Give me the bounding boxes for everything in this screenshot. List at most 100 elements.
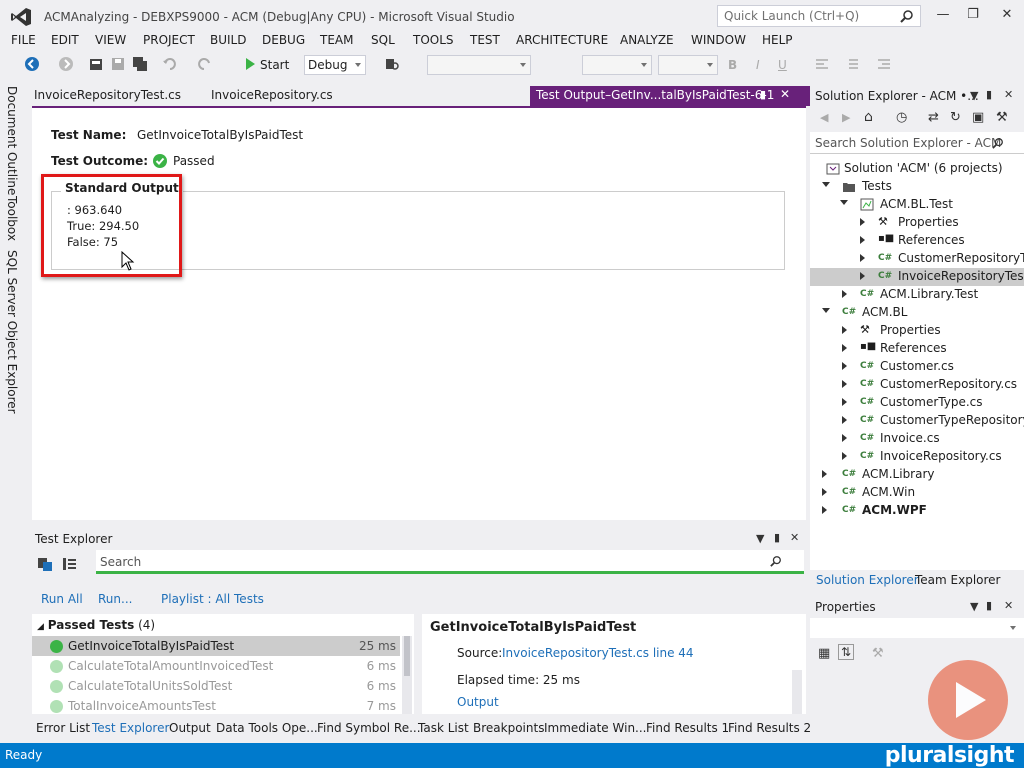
tab-team-explorer[interactable]: Team Explorer <box>915 573 1001 587</box>
font-combo[interactable] <box>582 55 652 75</box>
close-button[interactable]: ✕ <box>996 6 1018 24</box>
tree-file-invoice[interactable]: C# Invoice.cs <box>810 430 1024 448</box>
history-icon[interactable]: ◷ <box>896 110 907 125</box>
find-combo[interactable] <box>427 55 531 75</box>
run-all-link[interactable]: Run All <box>41 592 83 606</box>
bold-icon[interactable]: B <box>728 58 737 72</box>
new-project-icon[interactable] <box>88 56 104 72</box>
tab-output[interactable]: Output <box>169 721 211 735</box>
close-tab-icon[interactable]: ✕ <box>780 87 790 101</box>
refresh-icon[interactable]: ↻ <box>950 110 961 125</box>
tab-error-list[interactable]: Error List <box>36 721 90 735</box>
tree-file-invoice-repository[interactable]: C# InvoiceRepository.cs <box>810 448 1024 466</box>
menu-analyze[interactable]: ANALYZE <box>620 33 674 47</box>
tree-project-acm-wpf[interactable]: C# ACM.WPF <box>810 502 1024 520</box>
wrench-icon[interactable]: ⚒ <box>996 110 1008 125</box>
tree-project-acm-library[interactable]: C# ACM.Library <box>810 466 1024 484</box>
forward-icon[interactable] <box>58 56 74 72</box>
tree-references[interactable]: ▪■ References <box>810 340 1024 358</box>
tab-task-list[interactable]: Task List <box>418 721 469 735</box>
panel-menu-icon[interactable]: ▼ <box>756 532 764 545</box>
forward-icon[interactable]: ▶ <box>842 111 850 124</box>
panel-close-icon[interactable]: ✕ <box>1004 88 1013 101</box>
menu-window[interactable]: WINDOW <box>691 33 746 47</box>
tree-file-customer[interactable]: C# Customer.cs <box>810 358 1024 376</box>
playlist-link[interactable]: Playlist : All Tests <box>161 592 264 606</box>
restore-button[interactable]: ❐ <box>962 6 984 24</box>
solution-search-input[interactable]: Search Solution Explorer - ACM <box>810 132 1024 154</box>
test-search-input[interactable]: Search <box>96 550 804 574</box>
tab-document-outline[interactable]: Document Outline <box>5 86 19 195</box>
save-icon[interactable] <box>110 56 126 72</box>
tree-project-acm-bl-test[interactable]: ACM.BL.Test <box>810 196 1024 214</box>
tab-test-explorer[interactable]: Test Explorer <box>92 721 169 735</box>
underline-icon[interactable]: U <box>778 58 787 72</box>
panel-pin-icon[interactable]: ▮ <box>774 531 780 544</box>
alphabetical-icon[interactable]: ⇅ <box>838 644 855 660</box>
tree-file-customer-repository[interactable]: C# CustomerRepository.cs <box>810 376 1024 394</box>
test-row[interactable]: CalculateTotalUnitsSoldTest 6 ms <box>32 676 400 696</box>
categorized-icon[interactable]: ▦ <box>818 646 830 661</box>
menu-sql[interactable]: SQL <box>371 33 395 47</box>
tree-solution[interactable]: Solution 'ACM' (6 projects) <box>810 160 1024 178</box>
panel-close-icon[interactable]: ✕ <box>790 531 799 544</box>
tab-data-tools-operations[interactable]: Data Tools Ope... <box>216 721 318 735</box>
tree-folder-tests[interactable]: Tests <box>810 178 1024 196</box>
sync-icon[interactable]: ⇄ <box>928 110 939 125</box>
menu-team[interactable]: TEAM <box>320 33 353 47</box>
tab-find-results-2[interactable]: Find Results 2 <box>728 721 811 735</box>
tab-solution-explorer[interactable]: Solution Explorer <box>816 573 919 587</box>
tree-properties[interactable]: ⚒ Properties <box>810 214 1024 232</box>
panel-menu-icon[interactable]: ▼ <box>970 89 978 102</box>
tab-invoice-repository[interactable]: InvoiceRepository.cs <box>211 88 333 102</box>
test-row[interactable]: GetInvoiceTotalByIsPaidTest 25 ms <box>32 636 400 656</box>
panel-pin-icon[interactable]: ▮ <box>986 88 992 101</box>
tab-sql-server-object-explorer[interactable]: SQL Server Object Explorer <box>5 250 19 414</box>
tree-project-acm-library-test[interactable]: C# ACM.Library.Test <box>810 286 1024 304</box>
tree-file-customer-type[interactable]: C# CustomerType.cs <box>810 394 1024 412</box>
find-in-files-icon[interactable] <box>384 56 400 72</box>
redo-icon[interactable] <box>196 56 212 72</box>
start-button[interactable]: Start <box>260 58 289 72</box>
detail-scrollbar[interactable] <box>792 670 802 714</box>
tree-project-acm-win[interactable]: C# ACM.Win <box>810 484 1024 502</box>
panel-pin-icon[interactable]: ▮ <box>986 599 992 612</box>
back-icon[interactable] <box>24 56 40 72</box>
test-row[interactable]: TotalInvoiceAmountsTest 7 ms <box>32 696 400 714</box>
menu-architecture[interactable]: ARCHITECTURE <box>516 33 608 47</box>
panel-menu-icon[interactable]: ▼ <box>970 600 978 613</box>
menu-debug[interactable]: DEBUG <box>262 33 305 47</box>
indent-icon[interactable] <box>876 56 892 72</box>
source-link[interactable]: InvoiceRepositoryTest.cs line 44 <box>502 646 694 660</box>
properties-object-select[interactable] <box>810 618 1024 638</box>
search-icon[interactable] <box>992 137 1004 149</box>
save-all-icon[interactable] <box>132 56 148 72</box>
menu-project[interactable]: PROJECT <box>143 33 195 47</box>
test-list-scrollbar[interactable] <box>402 636 412 714</box>
home-icon[interactable]: ⌂ <box>864 109 873 125</box>
menu-test[interactable]: TEST <box>470 33 500 47</box>
collapse-all-icon[interactable]: ▣ <box>972 110 984 125</box>
align-icon[interactable] <box>814 56 830 72</box>
tab-find-symbol-results[interactable]: Find Symbol Re... <box>317 721 421 735</box>
tab-toolbox[interactable]: Toolbox <box>5 196 19 241</box>
tree-properties[interactable]: ⚒ Properties <box>810 322 1024 340</box>
search-icon[interactable] <box>770 555 782 567</box>
tree-file-invoice-repository-test[interactable]: C# InvoiceRepositoryTest. <box>810 268 1024 286</box>
group-by-icon[interactable] <box>62 556 78 572</box>
italic-icon[interactable]: I <box>756 58 760 72</box>
refresh-tests-icon[interactable] <box>37 556 53 572</box>
tab-test-output-active[interactable]: Test Output–GetInv...talByIsPaidTest-6-1… <box>530 86 816 106</box>
pin-icon[interactable]: ▮ <box>760 88 766 101</box>
size-combo[interactable] <box>658 55 718 75</box>
back-icon[interactable]: ◀ <box>820 111 828 124</box>
menu-file[interactable]: FILE <box>11 33 36 47</box>
start-play-icon[interactable] <box>242 56 258 72</box>
panel-close-icon[interactable]: ✕ <box>1004 599 1013 612</box>
menu-edit[interactable]: EDIT <box>51 33 79 47</box>
menu-tools[interactable]: TOOLS <box>413 33 454 47</box>
solution-config-select[interactable]: Debug <box>304 55 366 75</box>
tree-file-customer-type-repository[interactable]: C# CustomerTypeRepository. <box>810 412 1024 430</box>
tab-invoice-repository-test[interactable]: InvoiceRepositoryTest.cs <box>34 88 181 102</box>
tab-breakpoints[interactable]: Breakpoints <box>473 721 544 735</box>
